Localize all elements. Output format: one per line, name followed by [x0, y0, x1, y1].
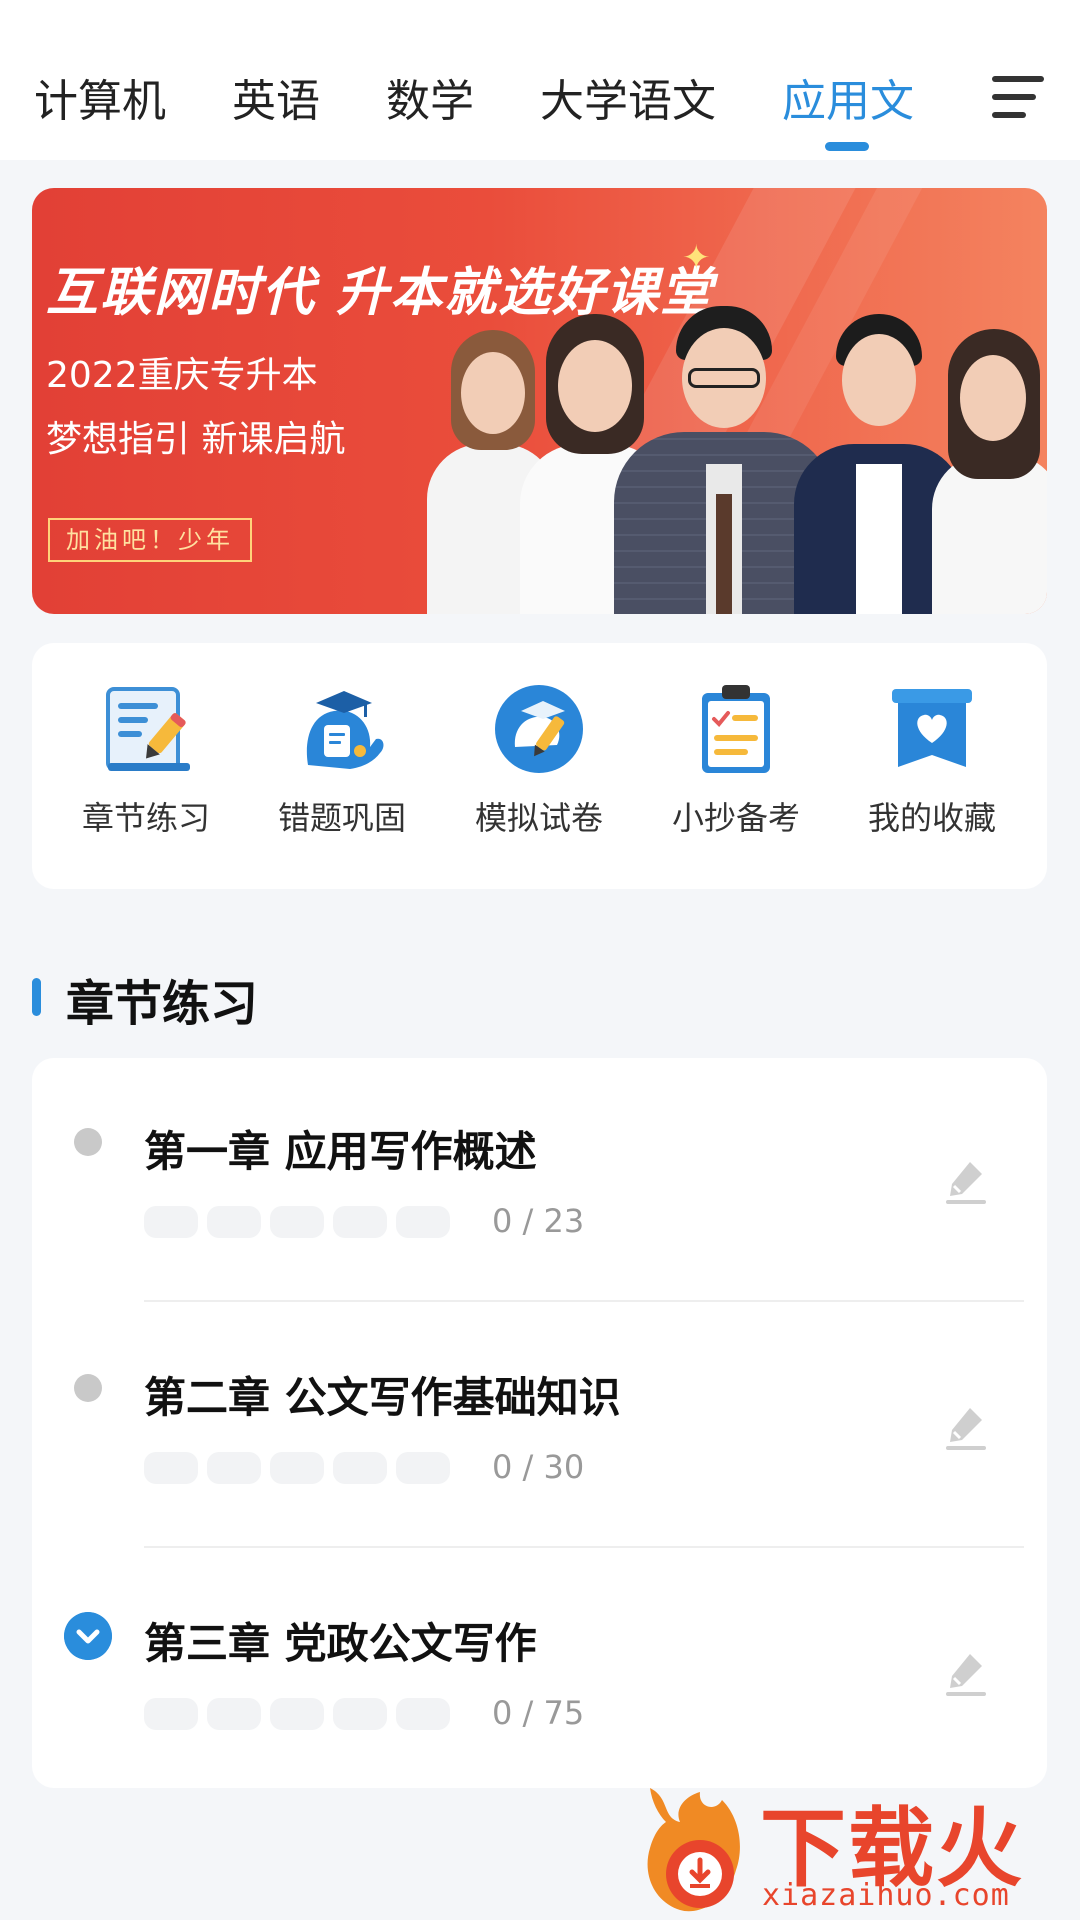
chapter-row[interactable]: 第三章 党政公文写作 0 / 75: [32, 1548, 1047, 1792]
watermark-url: xiazaihuo.com: [762, 1878, 1010, 1913]
chapter-title: 第二章 公文写作基础知识: [144, 1373, 621, 1422]
tab-computer[interactable]: 计算机: [34, 72, 166, 132]
tab-math[interactable]: 数学: [386, 72, 474, 132]
tab-applied-writing[interactable]: 应用文: [782, 72, 914, 132]
sparkle-icon: ✦: [682, 238, 711, 278]
mock-exam-icon: [495, 685, 583, 773]
tab-chinese[interactable]: 大学语文: [540, 72, 716, 132]
wrong-questions-label: 错题巩固: [277, 799, 406, 837]
edit-pencil-icon[interactable]: [940, 1648, 992, 1700]
cheat-sheet-icon: [702, 685, 770, 773]
favorites-entry[interactable]: 我的收藏: [842, 681, 1022, 861]
chevron-down-icon[interactable]: [64, 1612, 112, 1660]
progress-count: 0 / 30: [492, 1448, 585, 1486]
quick-entry-panel: 章节练习 错题巩固 模拟试卷 小抄备考 我的收藏: [32, 643, 1047, 889]
tab-english[interactable]: 英语: [232, 72, 320, 132]
chapter-row[interactable]: 第二章 公文写作基础知识 0 / 30: [32, 1302, 1047, 1548]
edit-pencil-icon[interactable]: [940, 1402, 992, 1454]
favorites-icon: [892, 689, 972, 767]
banner-subtitle: 2022重庆专升本: [46, 355, 318, 396]
chapter-title: 第一章 应用写作概述: [144, 1127, 537, 1176]
edit-pencil-icon[interactable]: [940, 1156, 992, 1208]
menu-icon[interactable]: [992, 76, 1044, 120]
chapter-practice-icon: [106, 687, 190, 771]
promo-banner[interactable]: 互联网时代 升本就选好课堂 ✦ 2022重庆专升本 梦想指引 新课启航 加油吧！…: [32, 188, 1047, 614]
flame-logo-icon: [647, 1788, 740, 1912]
cheat-sheet-entry[interactable]: 小抄备考: [646, 681, 826, 861]
chapter-list: 第一章 应用写作概述 0 / 23 第二章 公文写作基础知识 0 / 30 第三…: [32, 1058, 1047, 1788]
section-title: 章节练习: [66, 976, 259, 1032]
collapsed-dot-icon: [74, 1128, 102, 1156]
subject-tab-bar: 计算机 英语 数学 大学语文 应用文: [0, 0, 1080, 160]
chapter-practice-label: 章节练习: [81, 799, 210, 837]
watermark-logo: 下载火 xiazaihuo.com: [640, 1778, 1080, 1920]
chapter-row[interactable]: 第一章 应用写作概述 0 / 23: [32, 1058, 1047, 1302]
chapter-title: 第三章 党政公文写作: [144, 1619, 537, 1668]
chapter-practice-entry[interactable]: 章节练习: [56, 681, 236, 861]
wrong-questions-icon: [306, 691, 384, 769]
active-tab-indicator: [825, 142, 869, 151]
progress-count: 0 / 23: [492, 1202, 585, 1240]
cheat-sheet-label: 小抄备考: [671, 799, 800, 837]
favorites-label: 我的收藏: [867, 799, 996, 837]
collapsed-dot-icon: [74, 1374, 102, 1402]
app-screen: 计算机 英语 数学 大学语文 应用文 互联网时代 升本就选好课堂 ✦ 2022重…: [0, 0, 1080, 1920]
banner-tag: 加油吧！少年: [48, 518, 252, 562]
mock-exam-label: 模拟试卷: [474, 799, 603, 837]
progress-count: 0 / 75: [492, 1694, 585, 1732]
wrong-questions-entry[interactable]: 错题巩固: [252, 681, 432, 861]
mock-exam-entry[interactable]: 模拟试卷: [449, 681, 629, 861]
banner-slogan: 梦想指引 新课启航: [46, 419, 346, 460]
section-accent-bar: [32, 978, 41, 1016]
